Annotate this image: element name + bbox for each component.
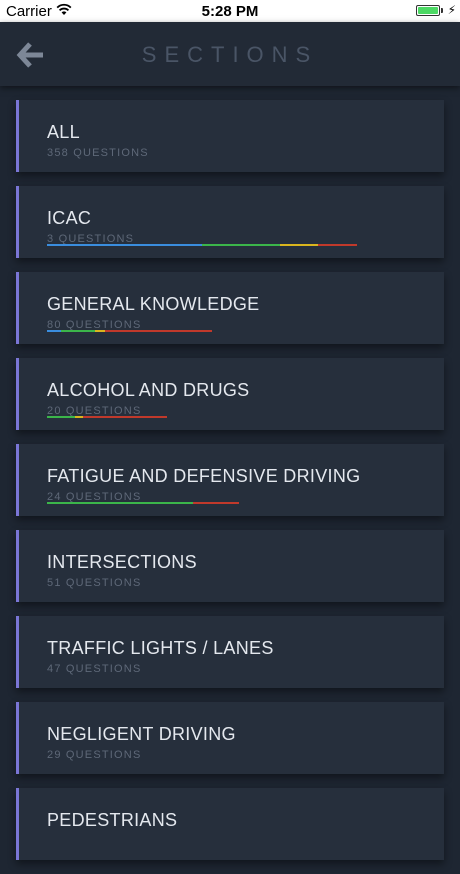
section-card-traffic-lights-lanes[interactable]: TRAFFIC LIGHTS / LANES 47 QUESTIONS (16, 616, 444, 688)
progress-segment-red (193, 502, 239, 504)
section-card-all[interactable]: ALL 358 QUESTIONS (16, 100, 444, 172)
battery-icon (416, 5, 440, 16)
question-count: 47 QUESTIONS (47, 663, 142, 675)
section-card-general-knowledge[interactable]: GENERAL KNOWLEDGE 80 QUESTIONS (16, 272, 444, 344)
section-card-intersections[interactable]: INTERSECTIONS 51 QUESTIONS (16, 530, 444, 602)
progress-bar (47, 244, 357, 246)
progress-segment-yellow (95, 330, 105, 332)
progress-bar (47, 416, 167, 418)
battery-tip (441, 8, 443, 13)
progress-segment-yellow (75, 416, 83, 418)
progress-segment-green (202, 244, 280, 246)
progress-segment-red (105, 330, 212, 332)
section-name: TRAFFIC LIGHTS / LANES (47, 638, 274, 658)
section-card-pedestrians[interactable]: PEDESTRIANS (16, 788, 444, 860)
section-card-icac[interactable]: ICAC 3 QUESTIONS (16, 186, 444, 258)
progress-bar (47, 330, 212, 332)
progress-segment-green (61, 330, 95, 332)
section-name: ALCOHOL AND DRUGS (47, 380, 250, 400)
section-name: ALL (47, 122, 80, 142)
status-bar: Carrier 5:28 PM ⚡ (0, 0, 460, 22)
page-title: SECTIONS (141, 42, 319, 67)
nav-header: SECTIONS (0, 22, 460, 86)
progress-bar (47, 502, 239, 504)
section-card-alcohol-and-drugs[interactable]: ALCOHOL AND DRUGS 20 QUESTIONS (16, 358, 444, 430)
question-count: 51 QUESTIONS (47, 577, 142, 589)
section-name: FATIGUE AND DEFENSIVE DRIVING (47, 466, 361, 486)
section-name: GENERAL KNOWLEDGE (47, 294, 260, 314)
progress-segment-green (47, 502, 193, 504)
sections-list: ALL 358 QUESTIONS ICAC 3 QUESTIONS GENER… (16, 100, 444, 874)
charging-icon: ⚡ (447, 3, 456, 17)
section-name: INTERSECTIONS (47, 552, 197, 572)
progress-segment-green (47, 416, 75, 418)
progress-segment-red (83, 416, 167, 418)
section-card-fatigue-and-defensive-driving[interactable]: FATIGUE AND DEFENSIVE DRIVING 24 QUESTIO… (16, 444, 444, 516)
question-count: 358 QUESTIONS (47, 147, 149, 159)
progress-segment-blue (47, 330, 61, 332)
section-name: NEGLIGENT DRIVING (47, 724, 236, 744)
progress-segment-blue (47, 244, 202, 246)
section-name: PEDESTRIANS (47, 810, 178, 830)
clock: 5:28 PM (201, 3, 259, 20)
section-name: ICAC (47, 208, 92, 228)
progress-segment-yellow (280, 244, 318, 246)
progress-segment-red (318, 244, 357, 246)
section-card-negligent-driving[interactable]: NEGLIGENT DRIVING 29 QUESTIONS (16, 702, 444, 774)
question-count: 29 QUESTIONS (47, 749, 142, 761)
